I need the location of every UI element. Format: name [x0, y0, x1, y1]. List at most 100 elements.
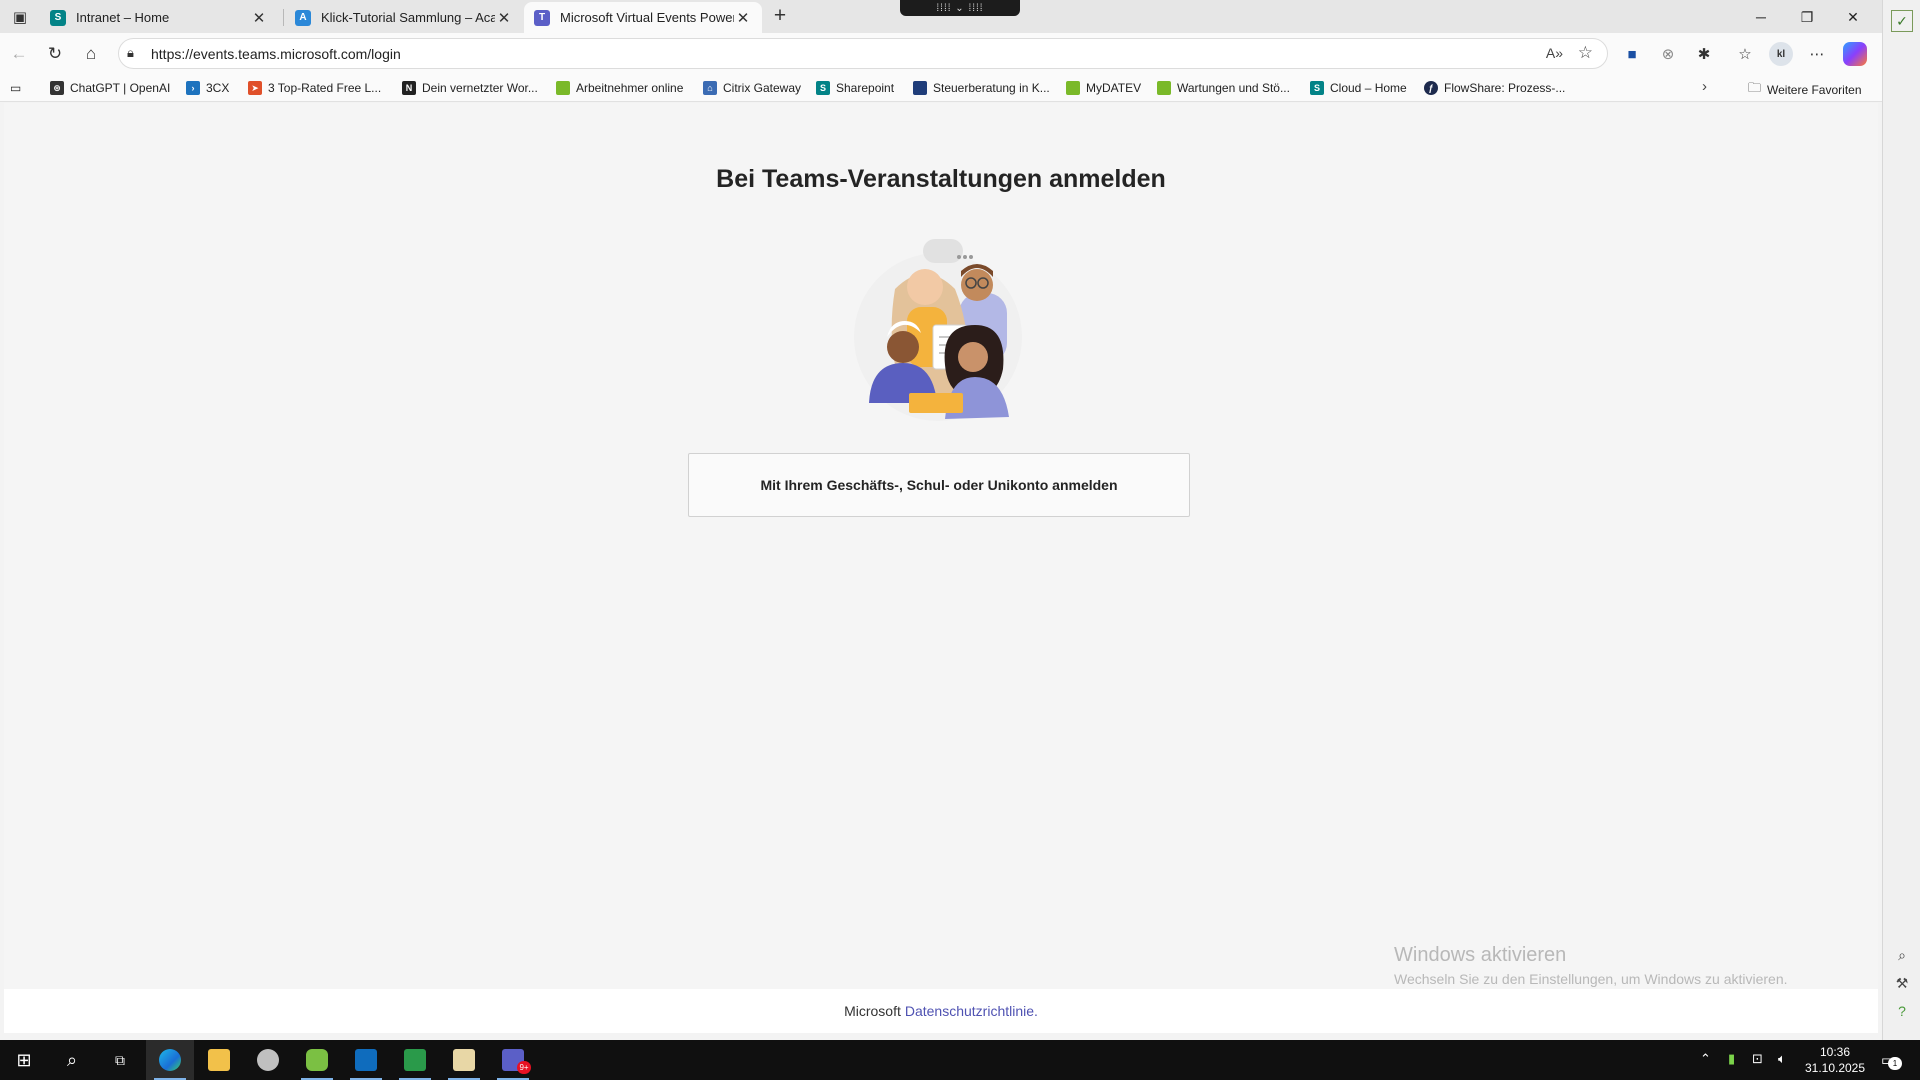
academy-icon: A — [295, 9, 311, 26]
datev-icon — [1066, 81, 1080, 95]
close-tab-icon[interactable]: ✕ — [734, 9, 752, 27]
favorite-top-rated[interactable]: ➤ 3 Top-Rated Free L... — [248, 79, 381, 97]
tab-title: Klick-Tutorial Sammlung – Acade — [321, 10, 495, 25]
blocker-extension-icon[interactable]: ⊗ — [1656, 42, 1680, 66]
favorite-label: MyDATEV — [1086, 81, 1142, 95]
address-bar[interactable]: 🔒︎ https://events.teams.microsoft.com/lo… — [118, 38, 1608, 69]
start-button[interactable]: ⊞ — [0, 1040, 48, 1080]
privacy-policy-link[interactable]: Datenschutzrichtlinie. — [905, 1003, 1038, 1019]
favorite-label: Dein vernetzter Wor... — [422, 81, 538, 95]
windows-taskbar: ⊞ ⌕ ⧉ 9+ ⌃ ▮ ⊡ 🔈︎ 10:36 31.10.2025 ▭1 — [0, 1040, 1920, 1080]
notes-icon[interactable] — [440, 1040, 488, 1080]
tab-actions-icon[interactable]: ▣ — [10, 7, 30, 27]
teams-taskbar-icon[interactable]: 9+ — [489, 1040, 537, 1080]
favorite-label: Steuerberatung in K... — [933, 81, 1050, 95]
tab-klick-tutorial[interactable]: A Klick-Tutorial Sammlung – Acade ✕ — [285, 2, 523, 33]
clock-date: 31.10.2025 — [1804, 1061, 1866, 1075]
other-favorites-label: Weitere Favoriten — [1767, 83, 1862, 97]
close-tab-icon[interactable]: ✕ — [495, 9, 513, 27]
lock-icon[interactable]: 🔒︎ — [127, 45, 134, 61]
close-tab-icon[interactable]: ✕ — [250, 9, 268, 27]
favorite-label: ChatGPT | OpenAI — [70, 81, 171, 95]
back-button[interactable]: ← — [6, 41, 32, 67]
square-icon — [913, 81, 927, 95]
whatsapp-like-icon[interactable] — [293, 1040, 341, 1080]
favorite-citrix[interactable]: ⌂ Citrix Gateway — [703, 79, 801, 97]
url-text[interactable]: https://events.teams.microsoft.com/login — [151, 46, 401, 62]
tab-separator — [283, 9, 284, 26]
extensions-icon[interactable]: ✱ — [1692, 42, 1716, 66]
edge-taskbar-icon[interactable] — [146, 1040, 194, 1080]
minimize-button[interactable]: ─ — [1738, 3, 1784, 31]
citrix-icon: ⌂ — [703, 81, 717, 95]
volume-icon[interactable]: 🔈︎ — [1778, 1051, 1786, 1067]
favorite-steuerberatung[interactable]: Steuerberatung in K... — [913, 79, 1050, 97]
profile-avatar[interactable]: kl — [1769, 42, 1793, 66]
tools-icon[interactable]: ⚒ — [1891, 972, 1913, 994]
app-icon[interactable] — [244, 1040, 292, 1080]
help-icon[interactable]: ? — [1891, 1000, 1913, 1022]
favorite-star-icon[interactable]: ☆ — [1578, 43, 1593, 63]
search-icon[interactable]: ⌕ — [1891, 944, 1913, 966]
battery-icon[interactable]: ▮ — [1728, 1051, 1735, 1067]
watermark-subtitle: Wechseln Sie zu den Einstellungen, um Wi… — [1394, 971, 1788, 987]
flowshare-icon: ƒ — [1424, 81, 1438, 95]
favorite-wartungen[interactable]: Wartungen und Stö... — [1157, 79, 1290, 97]
teams-icon: T — [534, 9, 550, 26]
tab-virtual-events[interactable]: T Microsoft Virtual Events Powered ✕ — [524, 2, 762, 33]
copilot-icon[interactable] — [1843, 42, 1867, 66]
outlook-icon[interactable] — [342, 1040, 390, 1080]
clock-time: 10:36 — [1819, 1045, 1851, 1059]
notification-center-icon[interactable]: ▭1 — [1876, 1048, 1902, 1072]
sign-in-button[interactable]: Mit Ihrem Geschäfts-, Schul- oder Unikon… — [688, 453, 1190, 517]
favorites-icon[interactable]: ☆ — [1733, 42, 1757, 66]
favorite-sharepoint[interactable]: S Sharepoint — [816, 79, 894, 97]
favorite-cloud-home[interactable]: S Cloud – Home — [1310, 79, 1407, 97]
favorite-label: Wartungen und Stö... — [1177, 81, 1290, 95]
favorite-label: Sharepoint — [836, 81, 895, 95]
favorite-label: 3 Top-Rated Free L... — [268, 81, 382, 95]
favorites-bar: ▭ ⊛ ChatGPT | OpenAI › 3CX ➤ 3 Top-Rated… — [0, 74, 1882, 102]
sharepoint-icon: S — [1310, 81, 1324, 95]
sharepoint-icon: S — [816, 81, 830, 95]
extension-icon[interactable]: ■ — [1620, 42, 1644, 66]
openai-icon: ⊛ — [50, 81, 64, 95]
excel-like-icon[interactable] — [391, 1040, 439, 1080]
footer-brand: Microsoft — [844, 1003, 901, 1019]
favorite-notion[interactable]: N Dein vernetzter Wor... — [402, 79, 538, 97]
notion-icon: N — [402, 81, 416, 95]
read-aloud-icon[interactable]: A» — [1546, 45, 1563, 61]
tab-intranet-home[interactable]: S Intranet – Home ✕ — [40, 2, 278, 33]
search-taskbar-icon[interactable]: ⌕ — [48, 1040, 96, 1080]
taskbar-clock[interactable]: 10:36 31.10.2025 — [1800, 1044, 1870, 1076]
more-options-icon[interactable]: ⋯ — [1805, 42, 1829, 66]
checklist-icon[interactable]: ✓ — [1891, 10, 1913, 32]
favorite-label: Citrix Gateway — [723, 81, 802, 95]
tab-title: Intranet – Home — [76, 10, 170, 25]
restore-button[interactable]: ❐ — [1784, 3, 1830, 31]
chevron-right-icon[interactable]: › — [1702, 78, 1707, 95]
page-content: Bei Teams-Veranstaltungen anmelden Mit I… — [4, 103, 1878, 1033]
task-view-icon[interactable]: ⧉ — [96, 1040, 144, 1080]
teams-badge: 9+ — [517, 1061, 531, 1074]
favorite-arbeitnehmer[interactable]: Arbeitnehmer online — [556, 79, 683, 97]
remote-session-handle[interactable]: ⁞⁞⁞⁞ ⌄ ⁞⁞⁞⁞ — [900, 0, 1020, 16]
favorite-3cx[interactable]: › 3CX — [186, 79, 229, 97]
page-title: Bei Teams-Veranstaltungen anmelden — [716, 165, 1166, 193]
right-sidebar: ✓ ⌕ ⚒ ? — [1882, 0, 1920, 1040]
home-button[interactable]: ⌂ — [78, 41, 104, 67]
new-tab-button[interactable]: + — [768, 4, 792, 28]
close-window-button[interactable]: ✕ — [1830, 3, 1876, 31]
file-explorer-icon[interactable] — [195, 1040, 243, 1080]
tray-chevron-icon[interactable]: ⌃ — [1700, 1051, 1711, 1067]
other-favorites-folder[interactable]: 🗀︎ Weitere Favoriten — [1748, 79, 1862, 101]
folder-icon: 🗀︎ — [1748, 80, 1762, 95]
favorite-label: Cloud – Home — [1330, 81, 1407, 95]
refresh-button[interactable]: ↻ — [42, 41, 68, 67]
favorite-mydatev[interactable]: MyDATEV — [1066, 79, 1141, 97]
favorite-flowshare[interactable]: ƒ FlowShare: Prozess-... — [1424, 79, 1565, 97]
favorite-chatgpt[interactable]: ⊛ ChatGPT | OpenAI — [50, 79, 170, 97]
favorites-toggle-icon[interactable]: ▭ — [10, 79, 21, 97]
favorite-label: 3CX — [206, 81, 230, 95]
network-icon[interactable]: ⊡ — [1752, 1051, 1763, 1067]
